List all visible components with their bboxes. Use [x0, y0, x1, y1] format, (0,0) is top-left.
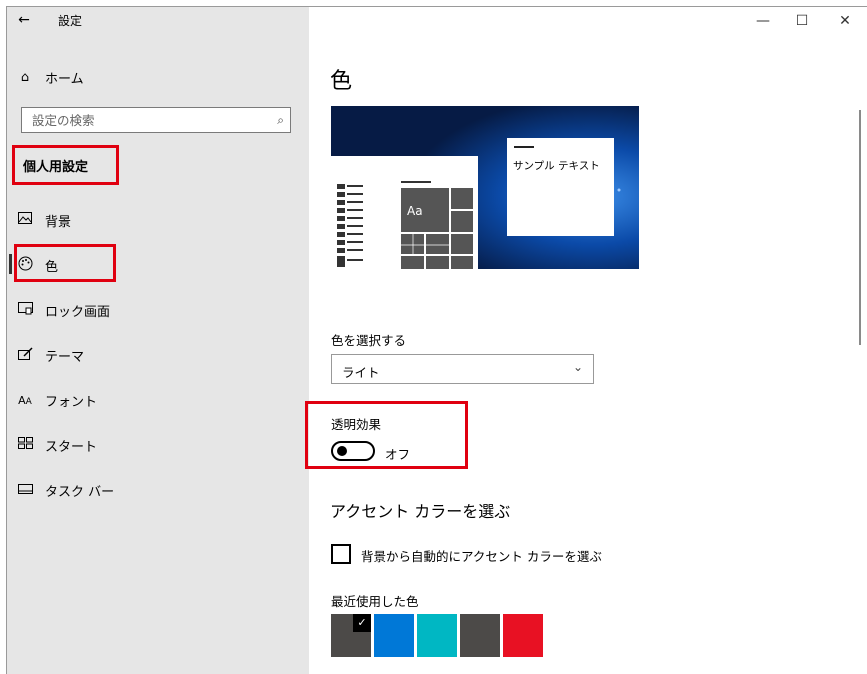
- highlight-box-transparency: [305, 401, 468, 469]
- maximize-icon[interactable]: ☐: [787, 10, 817, 32]
- font-icon: AA: [18, 393, 32, 407]
- scrollbar[interactable]: [859, 110, 861, 345]
- close-icon[interactable]: ✕: [830, 10, 860, 32]
- choose-color-label: 色を選択する: [331, 333, 407, 348]
- search-input[interactable]: [22, 108, 252, 132]
- sidebar-item-start[interactable]: スタート: [7, 430, 307, 460]
- chevron-down-icon: ⌄: [572, 360, 583, 374]
- sidebar-item-fonts[interactable]: AA フォント: [7, 385, 307, 415]
- sidebar-item-lockscreen[interactable]: ロック画面: [7, 295, 307, 325]
- lockscreen-icon: [15, 301, 35, 319]
- start-icon: [15, 437, 35, 453]
- home-icon: ⌂: [20, 69, 30, 85]
- sidebar-item-label: フォント: [45, 394, 98, 410]
- sidebar-item-label: 背景: [45, 214, 72, 230]
- sidebar-item-themes[interactable]: テーマ: [7, 340, 307, 370]
- choose-color-dropdown[interactable]: ライト ⌄: [331, 354, 594, 384]
- sidebar-item-home[interactable]: ⌂ ホーム: [7, 62, 307, 92]
- sidebar-item-background[interactable]: 背景: [7, 205, 307, 235]
- color-preview: Aa サンプル テキスト: [331, 106, 639, 269]
- auto-accent-checkbox[interactable]: [331, 544, 351, 564]
- window-title: 設定: [58, 14, 83, 28]
- auto-accent-label: 背景から自動的にアクセント カラーを選ぶ: [361, 549, 602, 564]
- check-icon: ✓: [353, 614, 371, 632]
- sidebar-item-label: タスク バー: [45, 484, 115, 500]
- page-title: 色: [330, 69, 353, 94]
- minimize-icon[interactable]: —: [748, 10, 778, 32]
- recent-color-swatch[interactable]: [417, 614, 457, 657]
- sidebar-item-taskbar[interactable]: タスク バー: [7, 475, 307, 505]
- dropdown-selected-value: ライト: [342, 365, 380, 380]
- taskbar-icon: [15, 483, 35, 498]
- picture-icon: [15, 212, 35, 228]
- preview-tile-label: Aa: [407, 204, 423, 218]
- accent-color-heading: アクセント カラーを選ぶ: [330, 502, 511, 521]
- theme-brush-icon: [15, 346, 35, 364]
- highlight-box-section: [12, 145, 119, 185]
- search-icon[interactable]: ⌕: [277, 113, 284, 128]
- recent-color-swatch[interactable]: [460, 614, 500, 657]
- sidebar-item-label: テーマ: [45, 349, 85, 365]
- sidebar-item-label: ロック画面: [45, 304, 111, 320]
- preview-graphic: [331, 106, 639, 269]
- recent-colors-label: 最近使用した色: [331, 594, 419, 609]
- settings-search-box[interactable]: ⌕: [21, 107, 291, 133]
- sidebar-item-label: スタート: [45, 439, 98, 455]
- highlight-box-colors: [14, 244, 116, 282]
- recent-color-swatch[interactable]: [374, 614, 414, 657]
- recent-color-swatch[interactable]: [503, 614, 543, 657]
- back-arrow-icon[interactable]: ←: [14, 10, 34, 30]
- recent-color-swatch[interactable]: ✓: [331, 614, 371, 657]
- sidebar-item-label: ホーム: [45, 71, 84, 87]
- preview-sample-text: サンプル テキスト: [513, 160, 600, 172]
